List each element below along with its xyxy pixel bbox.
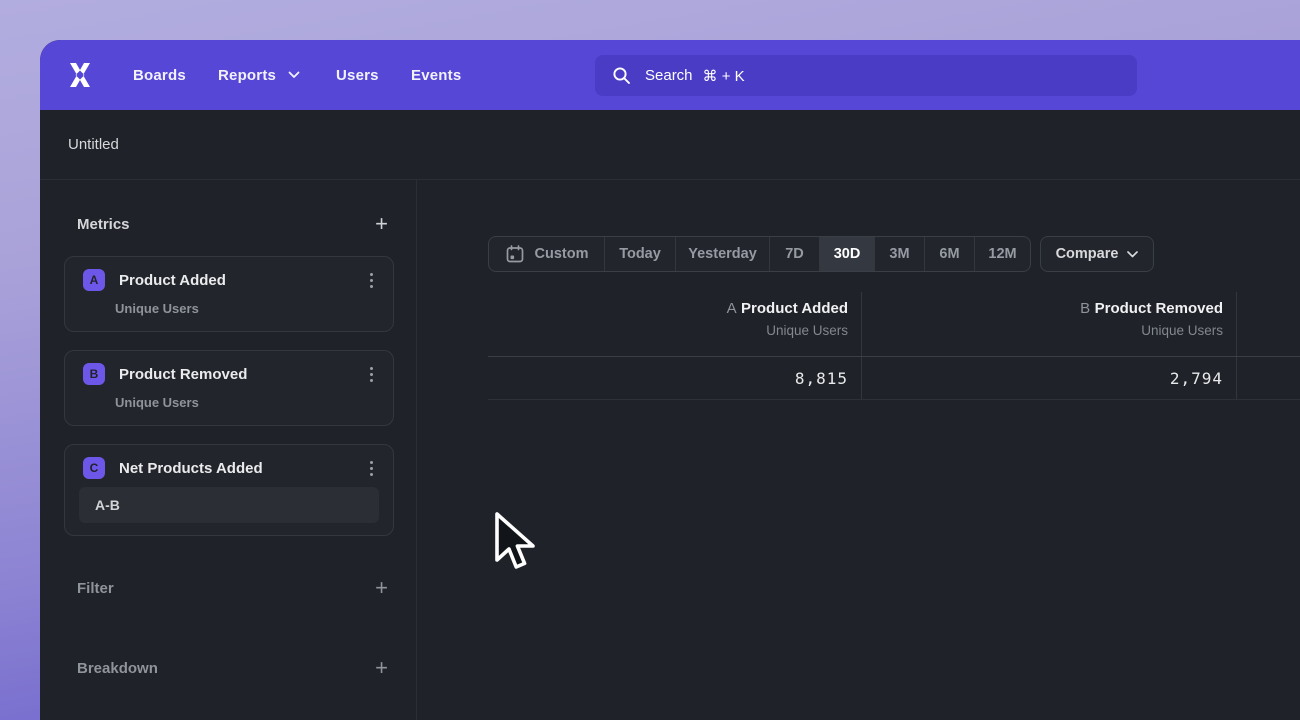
date-range-label: 30D [834, 246, 861, 262]
top-navbar: Boards Reports Users Events Search ⌘ + K [40, 40, 1300, 110]
nav-item-reports[interactable]: Reports [218, 40, 300, 110]
search-input[interactable]: Search ⌘ + K [595, 55, 1137, 96]
metric-name: Net Products Added [119, 460, 364, 477]
metrics-label: Metrics [77, 216, 130, 233]
metric-card-c[interactable]: C Net Products Added A-B [64, 444, 394, 536]
mixpanel-logo-icon[interactable] [64, 59, 96, 91]
metric-letter-badge: C [83, 457, 105, 479]
formula-input[interactable]: A-B [79, 487, 379, 523]
compare-button[interactable]: Compare [1040, 236, 1154, 272]
report-title[interactable]: Untitled [68, 136, 119, 153]
date-range-custom[interactable]: Custom [489, 237, 605, 271]
column-name: Product Removed [1095, 300, 1223, 317]
add-metric-button[interactable]: + [375, 213, 388, 235]
calendar-icon [505, 244, 525, 264]
metric-letter-badge: A [83, 269, 105, 291]
date-range-30d-selected[interactable]: 30D [820, 237, 875, 271]
add-breakdown-button[interactable]: + [375, 657, 388, 679]
column-header-a[interactable]: A Product Added Unique Users [488, 292, 862, 356]
filter-label: Filter [77, 580, 114, 597]
date-range-label: 3M [889, 246, 909, 262]
date-range-12m[interactable]: 12M [975, 237, 1030, 271]
metric-card-row: A Product Added [83, 268, 379, 292]
formula-value: A-B [95, 497, 120, 513]
search-placeholder: Search [645, 67, 693, 84]
column-name: Product Added [741, 300, 848, 317]
page: { "nav": { "logo_name": "mixpanel-logo",… [0, 0, 1300, 720]
app-window: Boards Reports Users Events Search ⌘ + K… [40, 40, 1300, 720]
column-subtitle: Unique Users [862, 323, 1223, 338]
chevron-down-icon [288, 71, 300, 79]
value-cell-b[interactable]: 2,794 [862, 357, 1237, 399]
metrics-section-header: Metrics + [77, 212, 388, 236]
results-table: A Product Added Unique Users B Product R… [488, 292, 1300, 400]
column-letter: A [727, 300, 737, 317]
chevron-down-icon [1127, 251, 1138, 258]
query-sidebar: Metrics + A Product Added Unique Users B… [40, 180, 417, 720]
value-cell-a[interactable]: 8,815 [488, 357, 862, 399]
date-range-label: Today [619, 246, 661, 262]
nav-label: Users [336, 67, 379, 84]
search-icon [612, 66, 631, 85]
filter-section-header: Filter + [77, 576, 388, 600]
date-range-label: 12M [988, 246, 1016, 262]
date-range-today[interactable]: Today [605, 237, 676, 271]
kebab-menu-icon[interactable] [364, 457, 379, 480]
column-letter: B [1080, 300, 1090, 317]
kebab-menu-icon[interactable] [364, 363, 379, 386]
date-range-label: 7D [785, 246, 804, 262]
breakdown-label: Breakdown [77, 660, 158, 677]
add-filter-button[interactable]: + [375, 577, 388, 599]
column-subtitle: Unique Users [488, 323, 848, 338]
nav-item-users[interactable]: Users [336, 40, 379, 110]
metric-name: Product Removed [119, 366, 364, 383]
metric-card-row: B Product Removed [83, 362, 379, 386]
metric-card-a[interactable]: A Product Added Unique Users [64, 256, 394, 332]
column-header-b[interactable]: B Product Removed Unique Users [862, 292, 1237, 356]
nav-item-events[interactable]: Events [411, 40, 461, 110]
metric-card-b[interactable]: B Product Removed Unique Users [64, 350, 394, 426]
nav-label: Boards [133, 67, 186, 84]
metric-name: Product Added [119, 272, 364, 289]
date-range-label: Custom [535, 246, 589, 262]
date-range-selector: Custom Today Yesterday 7D 30D 3M 6M 12M [488, 236, 1031, 272]
metric-letter-badge: B [83, 363, 105, 385]
metric-measurement[interactable]: Unique Users [115, 395, 199, 410]
nav-label: Reports [218, 67, 276, 84]
nav-label: Events [411, 67, 461, 84]
table-header-row: A Product Added Unique Users B Product R… [488, 292, 1300, 357]
column-header-empty [1237, 292, 1300, 356]
breakdown-section-header: Breakdown + [77, 656, 388, 680]
table-value-row: 8,815 2,794 [488, 357, 1300, 400]
search-shortcut: ⌘ + K [703, 67, 745, 85]
metric-card-row: C Net Products Added [83, 456, 379, 480]
date-range-label: Yesterday [688, 246, 757, 262]
date-range-label: 6M [939, 246, 959, 262]
date-range-3m[interactable]: 3M [875, 237, 925, 271]
kebab-menu-icon[interactable] [364, 269, 379, 292]
metric-measurement[interactable]: Unique Users [115, 301, 199, 316]
nav-item-boards[interactable]: Boards [133, 40, 186, 110]
compare-label: Compare [1056, 246, 1119, 262]
value-cell-empty [1237, 357, 1300, 399]
date-range-yesterday[interactable]: Yesterday [676, 237, 770, 271]
date-range-6m[interactable]: 6M [925, 237, 975, 271]
report-header: Untitled [40, 110, 1300, 180]
date-range-7d[interactable]: 7D [770, 237, 820, 271]
